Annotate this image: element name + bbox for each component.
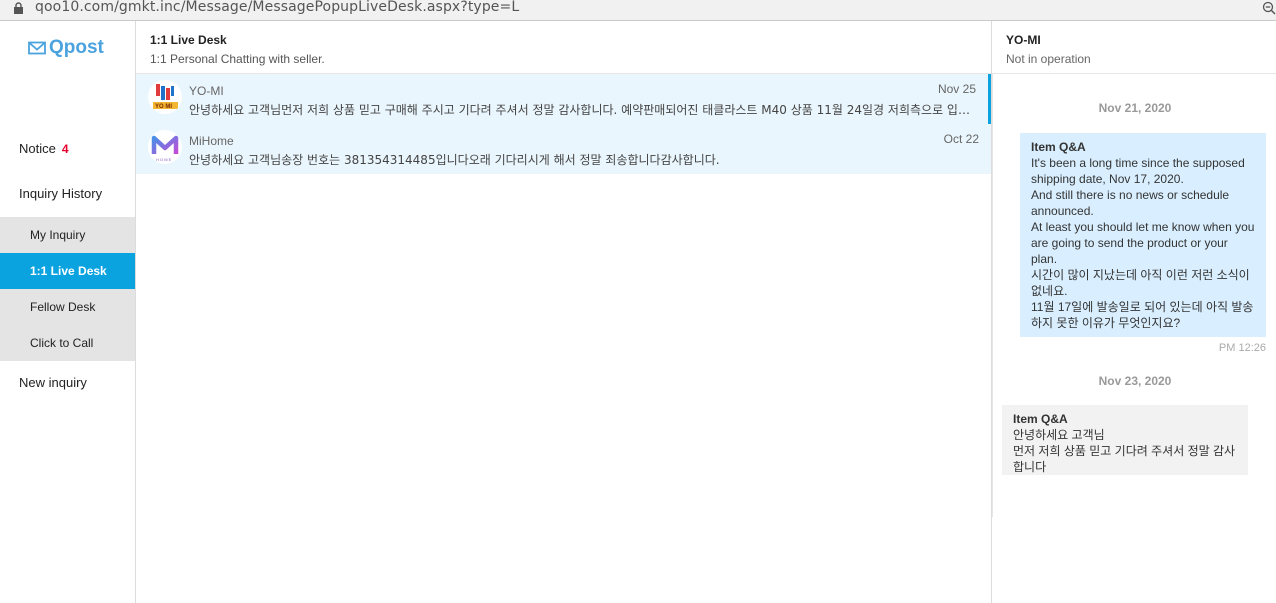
envelope-icon [28,41,46,55]
message-line: And still there is no news or schedule a… [1031,188,1230,218]
yomi-avatar: YO MI [148,80,182,114]
notice-count-badge: 4 [61,142,69,156]
conversation-date: Oct 22 [943,132,979,146]
chat-messages[interactable]: Nov 21, 2020 Item Q&A It's been a long t… [992,74,1276,517]
nav-inquiry-history[interactable]: Inquiry History [19,186,102,201]
subnav-click-to-call[interactable]: Click to Call [0,325,135,361]
message-line: 시간이 많이 지났는데 아직 이런 저런 소식이 없네요. [1031,268,1250,298]
conversation-preview: 안녕하세요 고객님먼저 저희 상품 믿고 구매해 주시고 기다려 주셔서 정말 … [189,103,977,117]
page-subtitle: 1:1 Personal Chatting with seller. [150,52,325,66]
nav-new-inquiry[interactable]: New inquiry [19,375,87,390]
svg-text:YO MI: YO MI [155,104,172,110]
subnav-my-inquiry[interactable]: My Inquiry [0,217,135,253]
chat-status: Not in operation [1006,52,1091,66]
message-time: PM 12:26 [1218,342,1266,354]
nav-notice[interactable]: Notice 4 [19,141,69,156]
svg-text:H O M E: H O M E [156,157,172,162]
subnav-fellow-desk[interactable]: Fellow Desk [0,289,135,325]
incoming-message: Item Q&A 안녕하세요 고객님 먼저 저희 상품 믿고 기다려 주셔서 정… [1002,405,1248,475]
conversation-preview: 안녕하세요 고객님송장 번호는 381354314485입니다오래 기다리시게 … [189,153,720,167]
conversation-item-yomi[interactable]: YO MI YO-MI Nov 25 안녕하세요 고객님먼저 저희 상품 믿고 … [136,74,991,124]
notice-label: Notice [19,141,56,156]
page-title: 1:1 Live Desk [150,33,227,47]
outgoing-message: Item Q&A It's been a long time since the… [1020,133,1266,337]
conversation-item-mihome[interactable]: H O M E MiHome Oct 22 안녕하세요 고객님송장 번호는 38… [136,124,991,174]
sidebar: Qpost Notice 4 Inquiry History My Inquiry… [0,21,136,603]
qpost-logo[interactable]: Qpost [28,37,104,59]
message-line: It's been a long time since the supposed… [1031,156,1245,186]
zoom-icon[interactable] [1262,1,1276,15]
subnav-live-desk[interactable]: 1:1 Live Desk [0,253,135,289]
chat-seller-name: YO-MI [1006,33,1041,47]
message-heading: Item Q&A [1031,140,1086,154]
conversation-date: Nov 25 [937,82,976,96]
inquiry-subnav: My Inquiry 1:1 Live Desk Fellow Desk Cli… [0,217,135,361]
conversation-name: YO-MI [189,84,224,98]
lock-icon [14,2,23,14]
mihome-avatar: H O M E [148,130,182,164]
conversation-header: 1:1 Live Desk 1:1 Personal Chatting with… [136,21,991,74]
message-line: 먼저 저희 상품 믿고 기다려 주셔서 정말 감사합니다 [1013,444,1236,474]
address-bar[interactable]: qoo10.com/gmkt.inc/Message/MessagePopupL… [0,0,1276,21]
conversation-pane: 1:1 Live Desk 1:1 Personal Chatting with… [136,21,992,603]
chat-pane: YO-MI Not in operation Nov 21, 2020 Item… [992,21,1276,603]
date-separator: Nov 21, 2020 [1098,101,1172,115]
chat-header: YO-MI Not in operation [992,21,1276,74]
message-line: At least you should let me know when you… [1031,220,1255,266]
date-separator: Nov 23, 2020 [1098,374,1172,388]
url-text[interactable]: qoo10.com/gmkt.inc/Message/MessagePopupL… [35,0,519,15]
conversation-name: MiHome [189,134,234,148]
message-line: 안녕하세요 고객님 [1013,428,1105,442]
message-line: 11월 17일에 발송일로 되어 있는데 아직 발송하지 못한 이유가 무엇인지… [1031,300,1254,330]
logo-text: Qpost [49,37,104,58]
message-heading: Item Q&A [1013,412,1068,426]
